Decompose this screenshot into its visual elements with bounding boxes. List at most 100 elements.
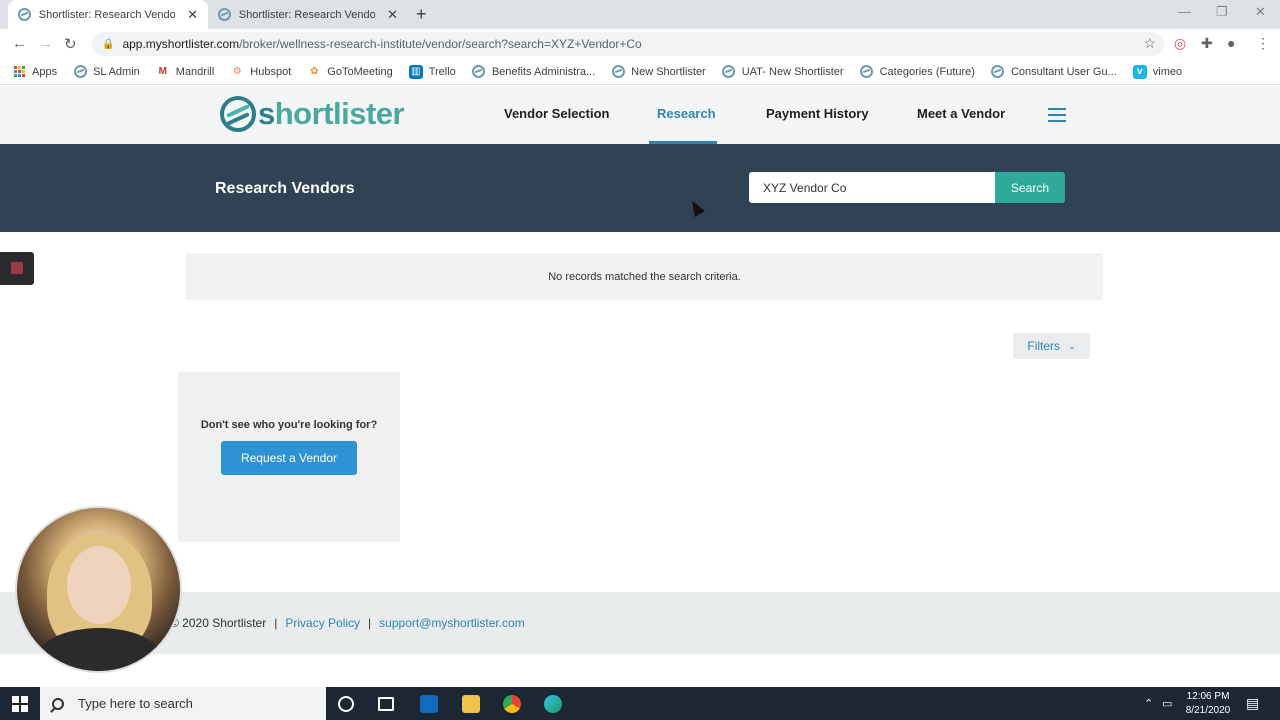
nav-vendor-selection[interactable]: Vendor Selection xyxy=(504,106,609,121)
back-icon[interactable]: ← xyxy=(12,35,27,52)
bookmark-label: GoToMeeting xyxy=(327,65,393,78)
browser-tab[interactable]: Shortlister: Research Vendors ✕ xyxy=(208,0,408,29)
bookmark-uat[interactable]: UAT- New Shortlister xyxy=(722,65,844,79)
bookmark-mandrill[interactable]: M Mandrill xyxy=(156,65,215,79)
research-hero-band: Research Vendors Search xyxy=(0,144,1280,232)
bookmark-gotomeeting[interactable]: ✿ GoToMeeting xyxy=(307,65,393,79)
apps-grid-icon xyxy=(12,65,26,79)
shortlister-icon xyxy=(991,65,1005,79)
notifications-icon[interactable]: ▤ xyxy=(1246,687,1259,720)
bookmark-label: New Shortlister xyxy=(631,65,706,78)
site-header: shortlister Vendor Selection Research Pa… xyxy=(0,86,1280,144)
bookmark-star-icon[interactable]: ☆ xyxy=(1143,35,1156,52)
bookmark-label: Hubspot xyxy=(250,65,292,78)
outlook-icon[interactable] xyxy=(420,695,438,713)
taskbar-clock[interactable]: 12:06 PM 8/21/2020 xyxy=(1180,690,1236,718)
tab-title: Shortlister: Research Vendors xyxy=(238,8,376,21)
trello-icon: ▥ xyxy=(408,64,423,79)
bookmark-label: Categories (Future) xyxy=(879,65,975,78)
extensions-puzzle-icon[interactable]: ✚ xyxy=(1201,35,1213,52)
hubspot-icon: ⚙ xyxy=(232,66,242,77)
shortlister-icon xyxy=(472,65,486,79)
url-path: /broker/wellness-research-institute/vend… xyxy=(239,37,642,51)
search-icon xyxy=(52,697,64,710)
bookmark-label: SL Admin xyxy=(93,65,140,78)
lock-icon: 🔒 xyxy=(102,38,115,50)
browser-tab-bar: Shortlister: Research Vendors ✕ Shortlis… xyxy=(0,0,1280,29)
bookmarks-bar: Apps SL Admin M Mandrill ⚙ Hubspot ✿ GoT… xyxy=(0,59,1280,85)
bookmark-label: Benefits Administra... xyxy=(491,65,596,78)
vimeo-icon: v xyxy=(1132,64,1147,79)
shortlister-icon xyxy=(73,65,87,79)
nav-payment-history[interactable]: Payment History xyxy=(766,106,869,121)
cortana-icon[interactable] xyxy=(338,696,354,712)
bookmark-trello[interactable]: ▥ Trello xyxy=(408,64,456,79)
hamburger-menu-icon[interactable] xyxy=(1048,108,1066,126)
windows-taskbar: Type here to search ⌃ ▭ 12:06 PM 8/21/20… xyxy=(0,687,1280,720)
footer-links: © 2020 Shortlister | Privacy Policy | suppor… xyxy=(170,616,525,630)
chrome-icon[interactable] xyxy=(503,695,521,713)
profile-icon[interactable]: ● xyxy=(1227,35,1235,51)
mandrill-icon: M xyxy=(158,66,167,77)
bookmark-benefits[interactable]: Benefits Administra... xyxy=(472,65,595,79)
close-window-icon[interactable]: ✕ xyxy=(1255,4,1266,20)
task-view-icon[interactable] xyxy=(378,697,394,711)
close-tab-icon[interactable]: ✕ xyxy=(187,7,198,23)
bookmark-apps[interactable]: Apps xyxy=(12,65,57,79)
restore-window-icon[interactable]: ❐ xyxy=(1216,4,1228,20)
edge-icon[interactable] xyxy=(544,695,562,713)
browser-tab-active[interactable]: Shortlister: Research Vendors ✕ xyxy=(8,0,208,29)
shortlister-icon xyxy=(722,65,736,79)
copyright-text: © 2020 Shortlister xyxy=(170,616,267,630)
bookmark-sl-admin[interactable]: SL Admin xyxy=(73,65,140,79)
bookmark-label: Apps xyxy=(32,65,58,78)
extension-icon[interactable]: ◎ xyxy=(1174,35,1186,52)
filters-dropdown[interactable]: Filters ⌄ xyxy=(1013,333,1090,359)
url-host: app.myshortlister.com xyxy=(122,37,240,51)
bookmark-label: UAT- New Shortlister xyxy=(741,65,844,78)
gotomeeting-icon: ✿ xyxy=(310,66,319,77)
stop-icon xyxy=(11,262,23,274)
footer-separator: | xyxy=(368,616,372,630)
shortlister-logo-icon xyxy=(220,96,256,132)
clock-date: 8/21/2020 xyxy=(1185,705,1231,716)
shortlister-logo[interactable]: shortlister xyxy=(220,96,405,132)
bookmark-label: Mandrill xyxy=(175,65,215,78)
file-explorer-icon[interactable] xyxy=(462,695,480,713)
close-tab-icon[interactable]: ✕ xyxy=(387,7,398,23)
recording-stop-button[interactable] xyxy=(0,252,34,285)
browser-menu-icon[interactable]: ⋮ xyxy=(1256,35,1270,52)
windows-start-icon[interactable] xyxy=(12,696,28,712)
minimize-window-icon[interactable]: — xyxy=(1178,4,1191,19)
taskbar-search-box[interactable]: Type here to search xyxy=(40,687,326,720)
support-email-link[interactable]: support@myshortlister.com xyxy=(379,616,525,630)
bookmark-consultant-guide[interactable]: Consultant User Gu... xyxy=(991,65,1117,79)
tray-chevron-up-icon[interactable]: ⌃ xyxy=(1144,687,1153,720)
bookmark-new-shortlister[interactable]: New Shortlister xyxy=(611,65,706,79)
page-title: Research Vendors xyxy=(215,180,355,197)
forward-icon[interactable]: → xyxy=(38,35,53,52)
webcam-overlay xyxy=(15,506,182,673)
shortlister-icon xyxy=(860,65,874,79)
taskbar-search-placeholder: Type here to search xyxy=(78,696,193,711)
bookmark-label: Trello xyxy=(428,65,456,78)
new-tab-button[interactable]: + xyxy=(416,4,427,25)
search-button[interactable]: Search xyxy=(995,172,1065,203)
url-field[interactable]: 🔒 app.myshortlister.com/broker/wellness-… xyxy=(92,32,1164,56)
no-results-message: No records matched the search criteria. xyxy=(186,253,1103,300)
bookmark-hubspot[interactable]: ⚙ Hubspot xyxy=(230,65,291,79)
vendor-search-input[interactable] xyxy=(749,172,995,203)
request-vendor-button[interactable]: Request a Vendor xyxy=(221,441,357,475)
battery-icon[interactable]: ▭ xyxy=(1162,687,1172,720)
request-vendor-card: Don't see who you're looking for? Reques… xyxy=(178,372,400,542)
browser-address-bar: ← → ↻ 🔒 app.myshortlister.com/broker/wel… xyxy=(0,29,1280,59)
nav-meet-a-vendor[interactable]: Meet a Vendor xyxy=(917,106,1005,121)
bookmark-label: Consultant User Gu... xyxy=(1010,65,1117,78)
reload-icon[interactable]: ↻ xyxy=(64,35,77,53)
bookmark-categories[interactable]: Categories (Future) xyxy=(860,65,975,79)
privacy-policy-link[interactable]: Privacy Policy xyxy=(285,616,360,630)
nav-research[interactable]: Research xyxy=(657,106,716,121)
bookmark-vimeo[interactable]: v vimeo xyxy=(1132,64,1182,79)
clock-time: 12:06 PM xyxy=(1186,691,1230,702)
shortlister-icon xyxy=(611,65,625,79)
